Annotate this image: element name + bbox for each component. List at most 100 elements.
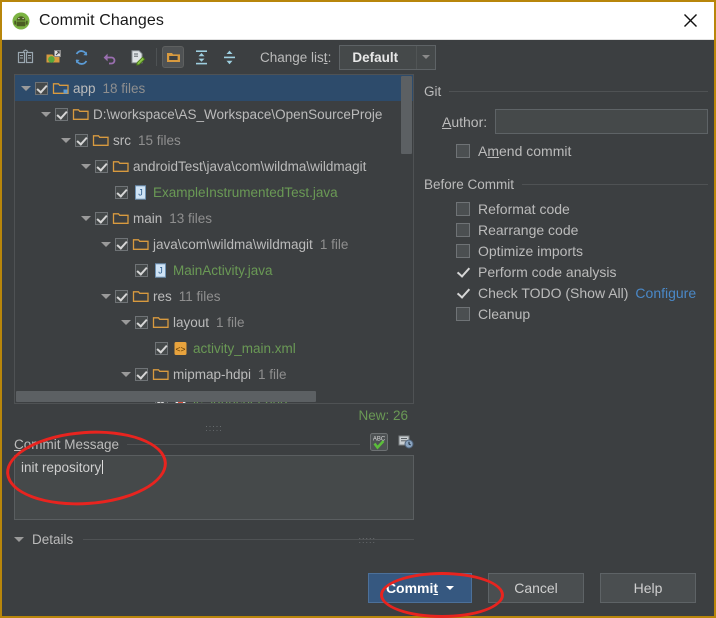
- tree-row-checkbox[interactable]: [115, 185, 128, 199]
- revert-icon[interactable]: [98, 46, 120, 68]
- tree-row-label: src: [113, 132, 131, 148]
- tree-row-checkbox[interactable]: [75, 133, 88, 147]
- android-icon: [12, 12, 30, 30]
- tree-row-checkbox[interactable]: [115, 237, 128, 251]
- commit-message-actions: ABC: [368, 431, 414, 458]
- chevron-down-icon[interactable]: [79, 153, 93, 179]
- tree-row-label: app: [73, 80, 96, 96]
- tree-row[interactable]: D:\workspace\AS_Workspace\OpenSourceProj…: [15, 101, 413, 127]
- amend-commit-row[interactable]: Amend commit: [456, 143, 708, 159]
- chevron-down-icon[interactable]: [19, 75, 33, 101]
- commit-message-divider: [127, 443, 360, 445]
- horizontal-scrollbar-thumb[interactable]: [16, 391, 316, 402]
- tree-row[interactable]: java\com\wildma\wildmagit 1 file: [15, 231, 413, 257]
- vertical-scrollbar[interactable]: [401, 76, 412, 402]
- chevron-down-icon[interactable]: [99, 231, 113, 257]
- chevron-down-icon[interactable]: [416, 45, 435, 69]
- before-commit-option-row[interactable]: Rearrange code: [456, 222, 708, 238]
- tree-row[interactable]: J ExampleInstrumentedTest.java: [15, 179, 413, 205]
- tree-row[interactable]: J MainActivity.java: [15, 257, 413, 283]
- message-history-icon[interactable]: [397, 433, 414, 455]
- tree-row[interactable]: src 15 files: [15, 127, 413, 153]
- tree-row-file-count: 1 file: [319, 236, 349, 252]
- chevron-down-icon[interactable]: [99, 283, 113, 309]
- folder-icon: [72, 106, 89, 123]
- vertical-scrollbar-thumb[interactable]: [401, 76, 412, 154]
- commit-message-header: Commit Message ABC: [14, 431, 414, 458]
- tree-row-file-count: 1 file: [258, 366, 287, 382]
- close-icon[interactable]: [666, 2, 714, 39]
- before-commit-checkbox[interactable]: [456, 307, 470, 321]
- horizontal-scrollbar[interactable]: [16, 391, 402, 402]
- show-diff-icon[interactable]: [14, 46, 36, 68]
- tree-row-checkbox[interactable]: [155, 341, 168, 355]
- svg-text:<>: <>: [176, 344, 186, 354]
- help-button[interactable]: Help: [600, 573, 696, 603]
- tree-row-label: MainActivity.java: [173, 262, 273, 278]
- details-section[interactable]: Details :::::: [14, 528, 414, 550]
- tree-row[interactable]: mipmap-hdpi 1 file: [15, 361, 413, 387]
- chevron-down-icon[interactable]: [39, 101, 53, 127]
- tree-message-splitter[interactable]: :::::: [14, 423, 414, 433]
- tree-row-checkbox[interactable]: [55, 107, 68, 121]
- tree-row[interactable]: androidTest\java\com\wildma\wildmagit: [15, 153, 413, 179]
- before-commit-label: Perform code analysis: [478, 264, 617, 280]
- cancel-button[interactable]: Cancel: [488, 573, 584, 603]
- before-commit-checkbox[interactable]: [456, 202, 470, 216]
- chevron-down-icon[interactable]: [119, 361, 133, 387]
- chevron-down-icon[interactable]: [14, 536, 24, 542]
- before-commit-checkbox[interactable]: [456, 244, 470, 258]
- tree-row-checkbox[interactable]: [95, 159, 108, 173]
- tree-row[interactable]: app 18 files: [15, 75, 413, 101]
- tree-row-checkbox[interactable]: [115, 289, 128, 303]
- chevron-down-icon[interactable]: [79, 205, 93, 231]
- changed-files-tree[interactable]: app 18 files D:\workspace\AS_Workspace\Ope…: [14, 74, 414, 404]
- commit-message-input[interactable]: init repository: [14, 455, 414, 520]
- tree-row[interactable]: res 11 files: [15, 283, 413, 309]
- tree-row-checkbox[interactable]: [135, 367, 148, 381]
- tree-rows: app 18 files D:\workspace\AS_Workspace\Ope…: [15, 75, 413, 403]
- before-commit-option-row[interactable]: Perform code analysis: [456, 264, 708, 280]
- expand-all-icon[interactable]: [190, 46, 212, 68]
- tree-row[interactable]: <> activity_main.xml: [15, 335, 413, 361]
- tree-row[interactable]: main 13 files: [15, 205, 413, 231]
- before-commit-label: Rearrange code: [478, 222, 579, 238]
- before-commit-group-header: Before Commit: [424, 177, 708, 192]
- tree-row-spacer: [119, 257, 133, 283]
- tree-row-checkbox[interactable]: [35, 81, 48, 95]
- collapse-all-icon[interactable]: [218, 46, 240, 68]
- chevron-down-icon[interactable]: [446, 586, 455, 590]
- before-commit-option-row[interactable]: Cleanup: [456, 306, 708, 322]
- changelist-combobox[interactable]: Default: [339, 44, 437, 70]
- title-bar: Commit Changes: [2, 2, 714, 40]
- tree-row[interactable]: layout 1 file: [15, 309, 413, 335]
- before-commit-checkbox[interactable]: [456, 223, 470, 237]
- commit-button[interactable]: Commit: [368, 573, 472, 603]
- changelist-label: Change list:: [260, 50, 331, 65]
- move-to-another-changelist-icon[interactable]: [42, 46, 64, 68]
- module-folder-icon: [52, 80, 69, 97]
- tree-row-checkbox[interactable]: [135, 315, 148, 329]
- group-by-directory-icon[interactable]: [162, 46, 184, 68]
- tree-row-checkbox[interactable]: [95, 211, 108, 225]
- window-title: Commit Changes: [39, 11, 165, 29]
- before-commit-options: Reformat code Rearrange code Optimize impo…: [424, 201, 708, 322]
- before-commit-checkbox[interactable]: [456, 286, 470, 300]
- before-commit-option-row[interactable]: Reformat code: [456, 201, 708, 217]
- before-commit-group-title: Before Commit: [424, 177, 515, 192]
- amend-commit-checkbox[interactable]: [456, 144, 470, 158]
- tree-row-checkbox[interactable]: [135, 263, 148, 277]
- abc-spellcheck-icon[interactable]: ABC: [368, 431, 390, 458]
- refresh-icon[interactable]: [70, 46, 92, 68]
- tree-row-file-count: 15 files: [138, 132, 181, 148]
- chevron-down-icon[interactable]: [119, 309, 133, 335]
- before-commit-option-row[interactable]: Check TODO (Show All) Configure: [456, 285, 708, 301]
- before-commit-checkbox[interactable]: [456, 265, 470, 279]
- edit-source-icon[interactable]: [126, 46, 148, 68]
- author-input[interactable]: [495, 109, 708, 134]
- tree-row-label: androidTest\java\com\wildma\wildmagit: [133, 158, 367, 174]
- tree-row-label: java\com\wildma\wildmagit: [153, 236, 313, 252]
- configure-link[interactable]: Configure: [635, 285, 696, 301]
- before-commit-option-row[interactable]: Optimize imports: [456, 243, 708, 259]
- chevron-down-icon[interactable]: [59, 127, 73, 153]
